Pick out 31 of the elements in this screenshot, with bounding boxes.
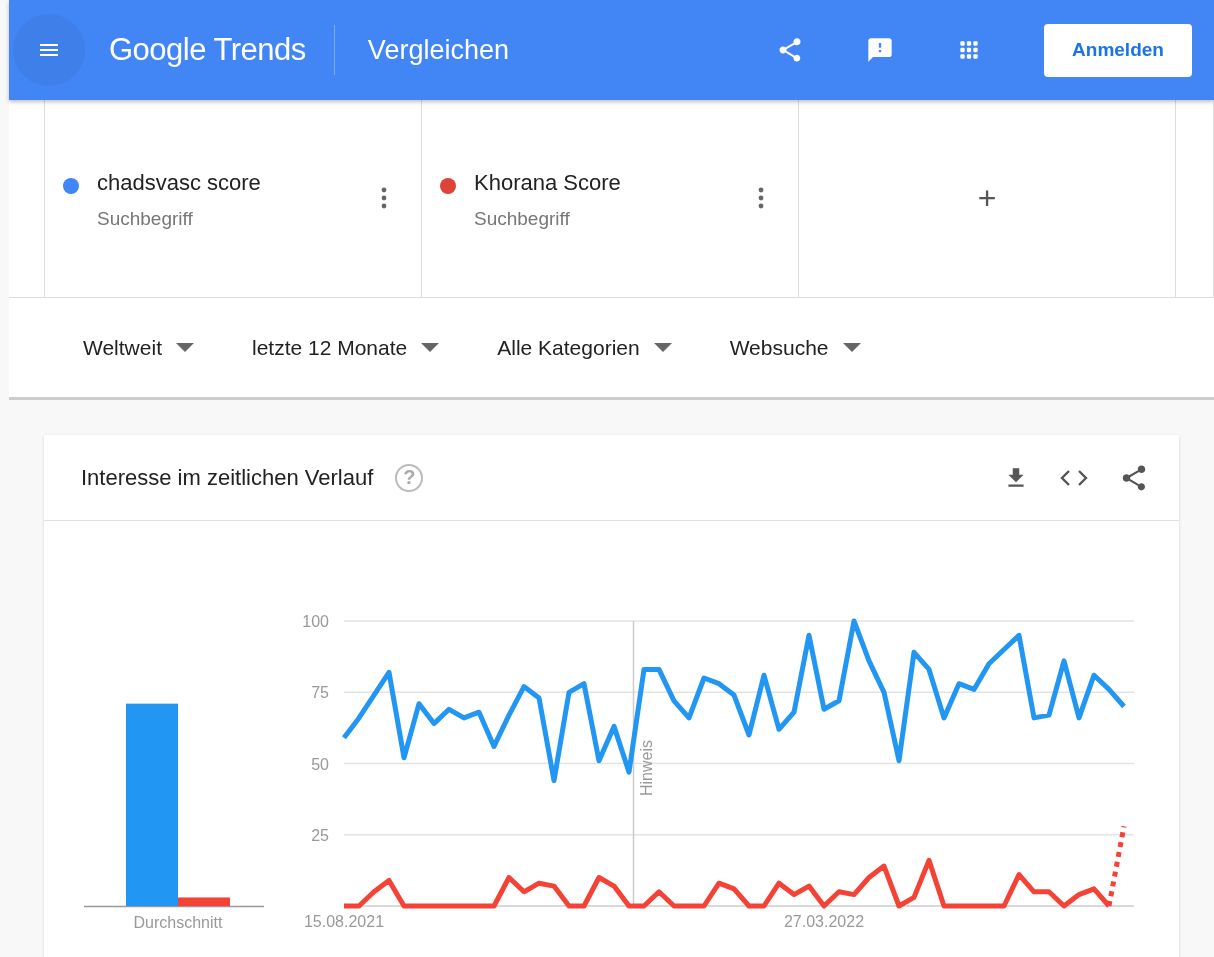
search-term-card[interactable]: chadsvasc score Suchbegriff [44,100,422,297]
annotation-label: Hinweis [637,740,655,796]
y-tick-label: 75 [311,684,329,702]
filter-dropdown[interactable]: letzte 12 Monate [239,329,452,366]
axis-label: Durchschnitt [133,914,223,931]
y-tick-label: 50 [311,755,329,773]
more-vert-icon[interactable] [381,186,387,210]
filter-dropdown[interactable]: Weltweit [71,329,206,366]
term-type: Suchbegriff [97,208,194,230]
add-term-button[interactable]: + [971,179,1003,218]
search-term-card[interactable]: Khorana Score Suchbegriff [422,100,799,297]
filter-dropdown[interactable]: Alle Kategorien [485,329,684,366]
term-name: chadsvasc score [97,170,262,196]
filter-dropdown[interactable]: Websuche [717,329,873,366]
x-tick-label: 15.08.2021 [303,913,385,930]
app-logo[interactable]: Google Trends [109,32,306,68]
feedback-icon[interactable] [866,36,894,64]
caret-icon [421,343,440,352]
term-name: Khorana Score [474,170,622,196]
page-title: Vergleichen [367,34,509,66]
x-tick-label: 27.03.2022 [783,913,865,930]
sign-in-button[interactable]: Anmelden [1044,23,1192,77]
caret-icon [653,343,672,352]
y-tick-label: 25 [311,826,329,844]
caret-icon [175,343,194,352]
caret-icon [842,343,861,352]
card-title: Interesse im zeitlichen Verlauf [81,464,374,491]
y-tick-label: 100 [302,613,329,630]
embed-code-icon[interactable] [1059,467,1089,488]
term-type: Suchbegriff [474,208,571,230]
more-vert-icon[interactable] [758,186,764,210]
